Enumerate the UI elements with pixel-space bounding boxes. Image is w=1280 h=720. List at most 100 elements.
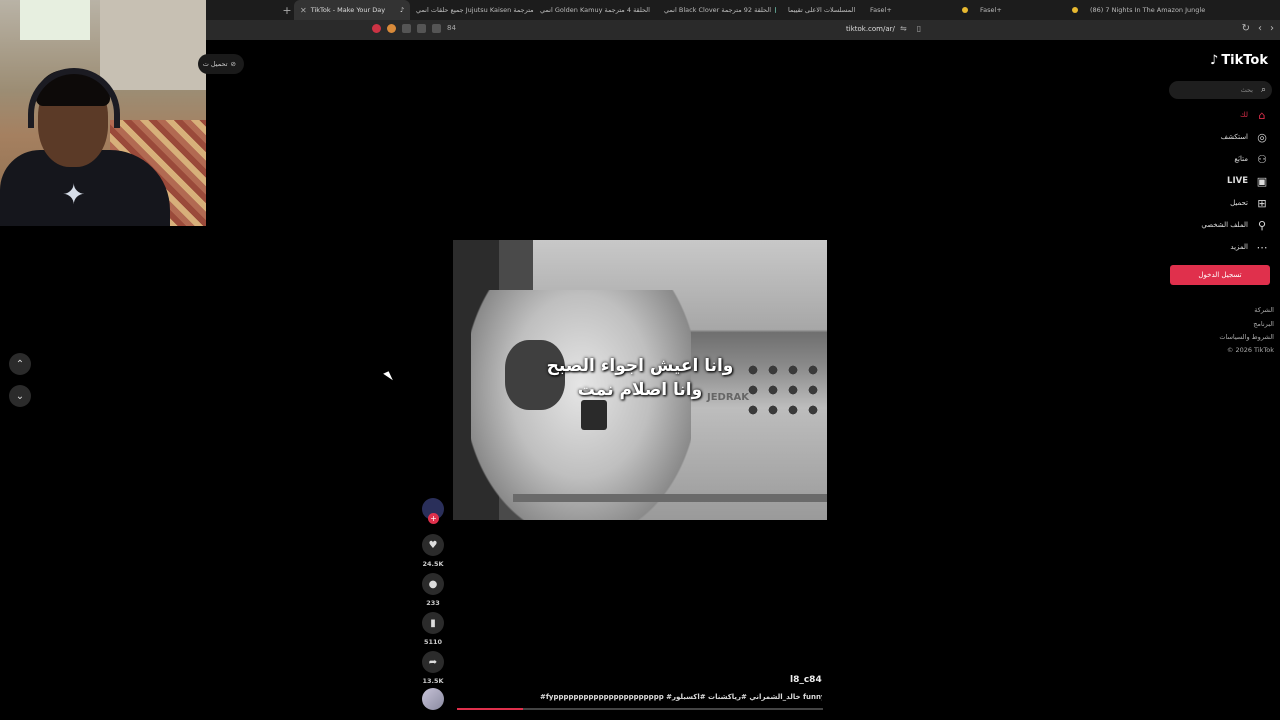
comment-button[interactable]: ● (422, 573, 444, 595)
browser-tab-black-clover[interactable]: انمي Black Clover الحلقة 92 مترجمة (658, 0, 782, 20)
video-rail (513, 494, 827, 502)
address-bar-icons: ⇋ ▯ (900, 24, 921, 33)
browser-tab-tiktok[interactable]: ✕ TikTok - Make Your Day ♪ (294, 0, 410, 20)
share-button[interactable]: ➦ (422, 651, 444, 673)
sidebar-item-following[interactable]: متابَع ⚇ (1158, 150, 1268, 168)
previous-video-button[interactable]: ⌃ (9, 353, 31, 375)
video-caption-line1: وانا اعيش اجواء الصبح (546, 356, 734, 376)
browser-tab-fasel-2[interactable]: Fasel+ (974, 0, 1084, 20)
share-count: 13.5K (422, 677, 444, 685)
browser-tab-amazon[interactable]: (86) 7 Nights In The Amazon Jungle (1084, 0, 1224, 20)
browser-toolbar: 84 tiktok.com/ar/ ⇋ ▯ ↻ ‹ › (206, 20, 1280, 40)
webcam-window (20, 0, 90, 40)
video-caption-line2: وانا اصلام نمت (577, 380, 703, 400)
sidebar-item-label: متابَع (1234, 155, 1248, 163)
footer-link-company[interactable]: الشركة (1254, 306, 1274, 314)
more-icon: ⋯ (1256, 240, 1268, 254)
video-player[interactable]: JEDRAK وانا اعيش اجواء الصبح وانا اصلام … (453, 240, 827, 520)
mouse-cursor-icon (383, 371, 393, 383)
get-app-button[interactable]: تحميل ت ⊘ (198, 54, 244, 74)
back-icon[interactable]: ‹ (1258, 23, 1262, 34)
home-icon: ⌂ (1258, 108, 1266, 122)
tab-title: TikTok - Make Your Day (310, 6, 386, 14)
chevron-down-icon: ⌄ (15, 390, 25, 402)
like-button[interactable]: ♥ (422, 534, 444, 556)
video-progress-bar[interactable] (457, 708, 823, 710)
sidebar-item-label: استكشف (1220, 133, 1248, 141)
browser-tab-jujutsu[interactable]: جميع حلقات انمي Jujutsu Kaisen مترجمة (410, 0, 534, 20)
next-video-button[interactable]: ⌄ (9, 385, 31, 407)
footer-link-program[interactable]: البرنامج (1253, 320, 1274, 328)
sidebar-item-more[interactable]: المزيد ⋯ (1158, 238, 1268, 256)
search-icon: ⌕ (1260, 85, 1266, 95)
footer-copyright: © 2026 TikTok (1226, 346, 1274, 354)
chevron-up-icon: ⌃ (15, 358, 25, 370)
site-favicon-icon (1072, 7, 1078, 13)
sidebar-item-upload[interactable]: تحميل ⊞ (1158, 194, 1268, 212)
sidebar-item-label: الملف الشخصي (1201, 221, 1248, 229)
live-icon: ▣ (1256, 174, 1268, 188)
sidebar-item-label: LIVE (1227, 176, 1248, 186)
webcam-shelf (100, 0, 206, 90)
tiktok-logo[interactable]: ♪ TikTok (1210, 53, 1268, 68)
reload-icon[interactable]: ↻ (1242, 23, 1250, 34)
sidebar-item-for-you[interactable]: لك ⌂ (1158, 106, 1268, 124)
upload-icon: ⊞ (1257, 196, 1267, 210)
brand-name: TikTok (1221, 53, 1268, 68)
save-count: 5110 (423, 638, 443, 646)
sidebar-item-label: لك (1239, 111, 1248, 119)
comment-icon: ● (428, 578, 438, 590)
extension-icons: 84 (372, 24, 456, 33)
video-username[interactable]: l8_c84 (790, 675, 822, 685)
browser-tab-fasel-1[interactable]: Fasel+ (864, 0, 974, 20)
tab-title: (86) 7 Nights In The Amazon Jungle (1090, 6, 1206, 14)
extension-icon[interactable] (402, 24, 411, 33)
new-tab-button[interactable]: + (280, 4, 294, 17)
tab-title: Fasel+ (980, 6, 1002, 14)
save-button[interactable]: ▮ (422, 612, 444, 634)
address-bar[interactable]: tiktok.com/ar/ (846, 25, 895, 33)
extension-icon[interactable] (387, 24, 396, 33)
heart-icon: ♥ (428, 539, 438, 551)
video-description: #fypppppppppppppppppppppp #خالد_الشمراني… (540, 693, 822, 701)
bookmark-icon: ▮ (430, 617, 436, 629)
sidebar-item-explore[interactable]: استكشف ◎ (1158, 128, 1268, 146)
browser-tab-bar: + ✕ TikTok - Make Your Day ♪ جميع حلقات … (206, 0, 1280, 20)
bookmark-icon[interactable]: ▯ (917, 24, 921, 33)
search-placeholder: بحث (1240, 86, 1253, 94)
follow-plus-icon[interactable]: + (428, 513, 439, 524)
login-button[interactable]: تسجيل الدخول (1170, 265, 1270, 285)
webcam-overlay: ✦ (0, 0, 206, 226)
site-favicon-icon (962, 7, 968, 13)
browser-tab-series[interactable]: المسلسلات الاعلى تقييما (782, 0, 864, 20)
like-count: 24.5K (422, 560, 444, 568)
following-icon: ⚇ (1257, 152, 1267, 166)
search-input[interactable]: بحث ⌕ (1169, 81, 1272, 99)
browser-tab-golden-kamuy[interactable]: انمي Golden Kamuy الحلقة 4 مترجمة (534, 0, 658, 20)
tab-title: انمي Golden Kamuy الحلقة 4 مترجمة (540, 6, 650, 14)
extension-icon[interactable] (372, 24, 381, 33)
tab-title: انمي Black Clover الحلقة 92 مترجمة (664, 6, 772, 14)
sidebar-item-label: المزيد (1230, 243, 1248, 251)
music-disc-avatar[interactable] (422, 688, 444, 710)
compass-icon: ◎ (1257, 130, 1267, 144)
sidebar-item-profile[interactable]: الملف الشخصي ⚲ (1158, 216, 1268, 234)
tab-counter[interactable]: 84 (447, 24, 456, 33)
shirt-logo-icon: ✦ (62, 178, 86, 211)
tab-title: جميع حلقات انمي Jujutsu Kaisen مترجمة (416, 6, 534, 14)
tiktok-favicon-icon: ♪ (399, 6, 404, 14)
site-settings-icon[interactable]: ⇋ (900, 24, 907, 33)
site-favicon-icon (775, 7, 776, 13)
sidebar-item-live[interactable]: LIVE ▣ (1158, 172, 1268, 190)
extension-icon[interactable] (432, 24, 441, 33)
download-icon: ⊘ (230, 60, 236, 68)
footer-link-terms[interactable]: الشروط والسياسات (1219, 333, 1274, 341)
video-progress-fill (457, 708, 523, 710)
navigation-icons: ↻ ‹ › (1242, 23, 1274, 34)
profile-icon: ⚲ (1257, 218, 1267, 232)
close-icon[interactable]: ✕ (300, 6, 307, 15)
forward-icon[interactable]: › (1270, 23, 1274, 34)
extension-icon[interactable] (417, 24, 426, 33)
tab-title: المسلسلات الاعلى تقييما (788, 6, 856, 14)
get-app-label: تحميل ت (202, 60, 228, 68)
